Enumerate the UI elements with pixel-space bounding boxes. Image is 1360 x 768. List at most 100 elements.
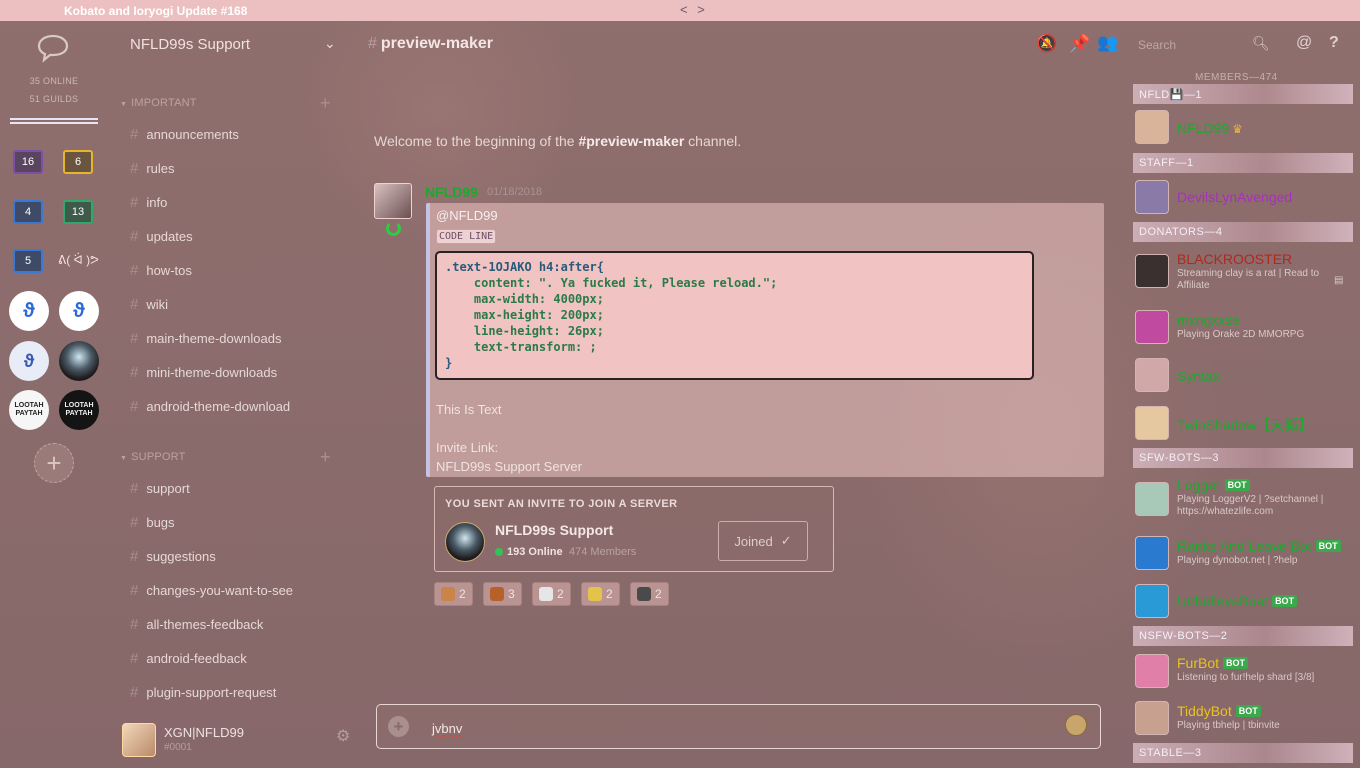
member-name[interactable]: NFLD99 ♛ bbox=[1177, 120, 1243, 136]
member-name[interactable]: DevilsLynAvenged bbox=[1177, 189, 1292, 205]
help-icon[interactable]: ? bbox=[1329, 34, 1339, 52]
guild-icon-box[interactable]: ϑ bbox=[9, 341, 49, 381]
hash-icon: # bbox=[130, 397, 139, 415]
discord-logo-icon[interactable] bbox=[36, 33, 70, 63]
gear-icon[interactable]: ⚙ bbox=[336, 726, 350, 746]
avatar[interactable] bbox=[1135, 482, 1169, 516]
guild-folder[interactable]: 13 bbox=[63, 200, 93, 224]
guild-icon-bluelogo-alt[interactable]: ϑ bbox=[59, 291, 99, 331]
channel-label: rules bbox=[146, 160, 175, 176]
avatar[interactable] bbox=[374, 183, 412, 219]
member-name[interactable]: FurBot BOT bbox=[1177, 655, 1249, 671]
avatar[interactable] bbox=[1135, 254, 1169, 288]
guild-folder[interactable]: 4 bbox=[13, 200, 43, 224]
avatar[interactable] bbox=[1135, 180, 1169, 214]
inline-code: CODE LINE bbox=[436, 229, 497, 244]
channel-how-tos[interactable]: # how-tos bbox=[130, 259, 192, 281]
hash-icon: # bbox=[130, 363, 139, 381]
message-author[interactable]: NFLD99 bbox=[425, 184, 478, 200]
mentions-icon[interactable]: @ bbox=[1296, 34, 1312, 52]
channel-suggestions[interactable]: # suggestions bbox=[130, 545, 216, 567]
category-important[interactable]: ▼ IMPORTANT bbox=[120, 97, 197, 109]
mute-bell-icon[interactable]: 🔕 bbox=[1036, 34, 1057, 54]
guild-icon-bluelogo[interactable]: ϑ bbox=[9, 291, 49, 331]
reaction-spy[interactable]: 2 bbox=[630, 582, 669, 606]
search-icon[interactable]: 🔍︎ bbox=[1252, 35, 1270, 52]
message-input[interactable] bbox=[376, 704, 1101, 749]
guild-lenny[interactable]: ᕕ( ᐛ )ᕗ bbox=[58, 253, 99, 267]
guild-folder[interactable]: 16 bbox=[13, 150, 43, 174]
channel-changes-you-want-to-see[interactable]: # changes-you-want-to-see bbox=[130, 579, 293, 601]
add-channel-icon[interactable]: + bbox=[320, 93, 331, 114]
channel-info[interactable]: # info bbox=[130, 191, 167, 213]
member-name[interactable]: UnbelievaBoat BOT bbox=[1177, 593, 1298, 609]
avatar[interactable] bbox=[1135, 406, 1169, 440]
channel-android-feedback[interactable]: # android-feedback bbox=[130, 647, 247, 669]
ghost-emoji-icon bbox=[539, 587, 553, 601]
hash-icon: # bbox=[130, 513, 139, 531]
channel-support[interactable]: # support bbox=[130, 477, 190, 499]
chevron-down-icon[interactable]: ⌄ bbox=[324, 35, 336, 52]
status-indicator bbox=[386, 221, 401, 236]
guild-icon-nfld99s-support[interactable] bbox=[59, 341, 99, 381]
pin-icon[interactable]: 📌 bbox=[1069, 34, 1090, 54]
channel-rules[interactable]: # rules bbox=[130, 157, 175, 179]
reaction-bear[interactable]: 3 bbox=[483, 582, 522, 606]
channel-updates[interactable]: # updates bbox=[130, 225, 193, 247]
emoji-picker-icon[interactable] bbox=[1065, 714, 1087, 736]
add-server-button[interactable]: + bbox=[34, 443, 74, 483]
channel-announcements[interactable]: # announcements bbox=[130, 123, 239, 145]
update-nav-arrows[interactable]: < > bbox=[680, 2, 708, 17]
avatar[interactable] bbox=[1135, 310, 1169, 344]
upload-plus-icon[interactable]: + bbox=[388, 716, 409, 737]
guild-folder[interactable]: 6 bbox=[63, 150, 93, 174]
member-name[interactable]: TwinShadow【天狐】 bbox=[1177, 415, 1312, 435]
guild-icon-lootah-light[interactable]: LOOTAH PAYTAH bbox=[9, 390, 49, 430]
code-line: .text-1OJAKO h4:after{ bbox=[445, 260, 604, 274]
guild-folder[interactable]: 5 bbox=[13, 249, 43, 273]
channel-mini-theme-downloads[interactable]: # mini-theme-downloads bbox=[130, 361, 277, 383]
role-header: DONATORS—4 bbox=[1133, 222, 1353, 242]
online-count: 35 ONLINE bbox=[29, 76, 79, 86]
channel-plugin-support-request[interactable]: # plugin-support-request bbox=[130, 681, 276, 703]
member-name[interactable]: mxngxxse bbox=[1177, 312, 1240, 328]
avatar[interactable] bbox=[122, 723, 156, 757]
member-name[interactable]: Syntax bbox=[1177, 368, 1220, 384]
invite-server-name[interactable]: NFLD99s Support bbox=[495, 522, 613, 538]
category-support[interactable]: ▼ SUPPORT bbox=[120, 451, 186, 463]
message-input-value[interactable]: jvbnv bbox=[432, 721, 462, 736]
avatar[interactable] bbox=[1135, 701, 1169, 735]
server-icon[interactable] bbox=[445, 522, 485, 562]
channel-label: all-themes-feedback bbox=[146, 616, 264, 632]
avatar[interactable] bbox=[1135, 584, 1169, 618]
reaction-ghost[interactable]: 2 bbox=[532, 582, 571, 606]
member-name[interactable]: TiddyBot BOT bbox=[1177, 703, 1261, 719]
avatar[interactable] bbox=[1135, 110, 1169, 144]
channel-wiki[interactable]: # wiki bbox=[130, 293, 168, 315]
channel-label: mini-theme-downloads bbox=[146, 364, 278, 380]
check-icon: ✓ bbox=[780, 533, 792, 548]
mention[interactable]: @NFLD99 bbox=[436, 208, 498, 223]
channel-bugs[interactable]: # bugs bbox=[130, 511, 175, 533]
guild-icon-lootah-dark[interactable]: LOOTAH PAYTAH bbox=[59, 390, 99, 430]
avatar[interactable] bbox=[1135, 654, 1169, 688]
member-name[interactable]: Logger BOT bbox=[1177, 477, 1250, 493]
avatar[interactable] bbox=[1135, 536, 1169, 570]
user-tag: #0001 bbox=[164, 742, 192, 753]
reaction-monkey[interactable]: 2 bbox=[434, 582, 473, 606]
reaction-pepe[interactable]: 2 bbox=[581, 582, 620, 606]
server-name[interactable]: NFLD99s Support bbox=[130, 36, 250, 53]
joined-button[interactable]: Joined ✓ bbox=[718, 521, 808, 561]
add-channel-icon[interactable]: + bbox=[320, 447, 331, 468]
channel-main-theme-downloads[interactable]: # main-theme-downloads bbox=[130, 327, 281, 349]
channel-android-theme-download[interactable]: # android-theme-download bbox=[130, 395, 290, 417]
hash-icon: # bbox=[130, 193, 139, 211]
invite-online-count: 193 Online bbox=[507, 546, 563, 558]
avatar[interactable] bbox=[1135, 358, 1169, 392]
member-name[interactable]: BLACKROOSTER bbox=[1177, 251, 1292, 267]
member-name[interactable]: Ranks And Leave Bot BOT bbox=[1177, 538, 1341, 554]
members-toggle-icon[interactable]: 👥 bbox=[1097, 33, 1118, 53]
channel-all-themes-feedback[interactable]: # all-themes-feedback bbox=[130, 613, 263, 635]
embed-link-text[interactable]: NFLD99s Support Server bbox=[436, 459, 582, 474]
code-line: } bbox=[445, 356, 453, 370]
